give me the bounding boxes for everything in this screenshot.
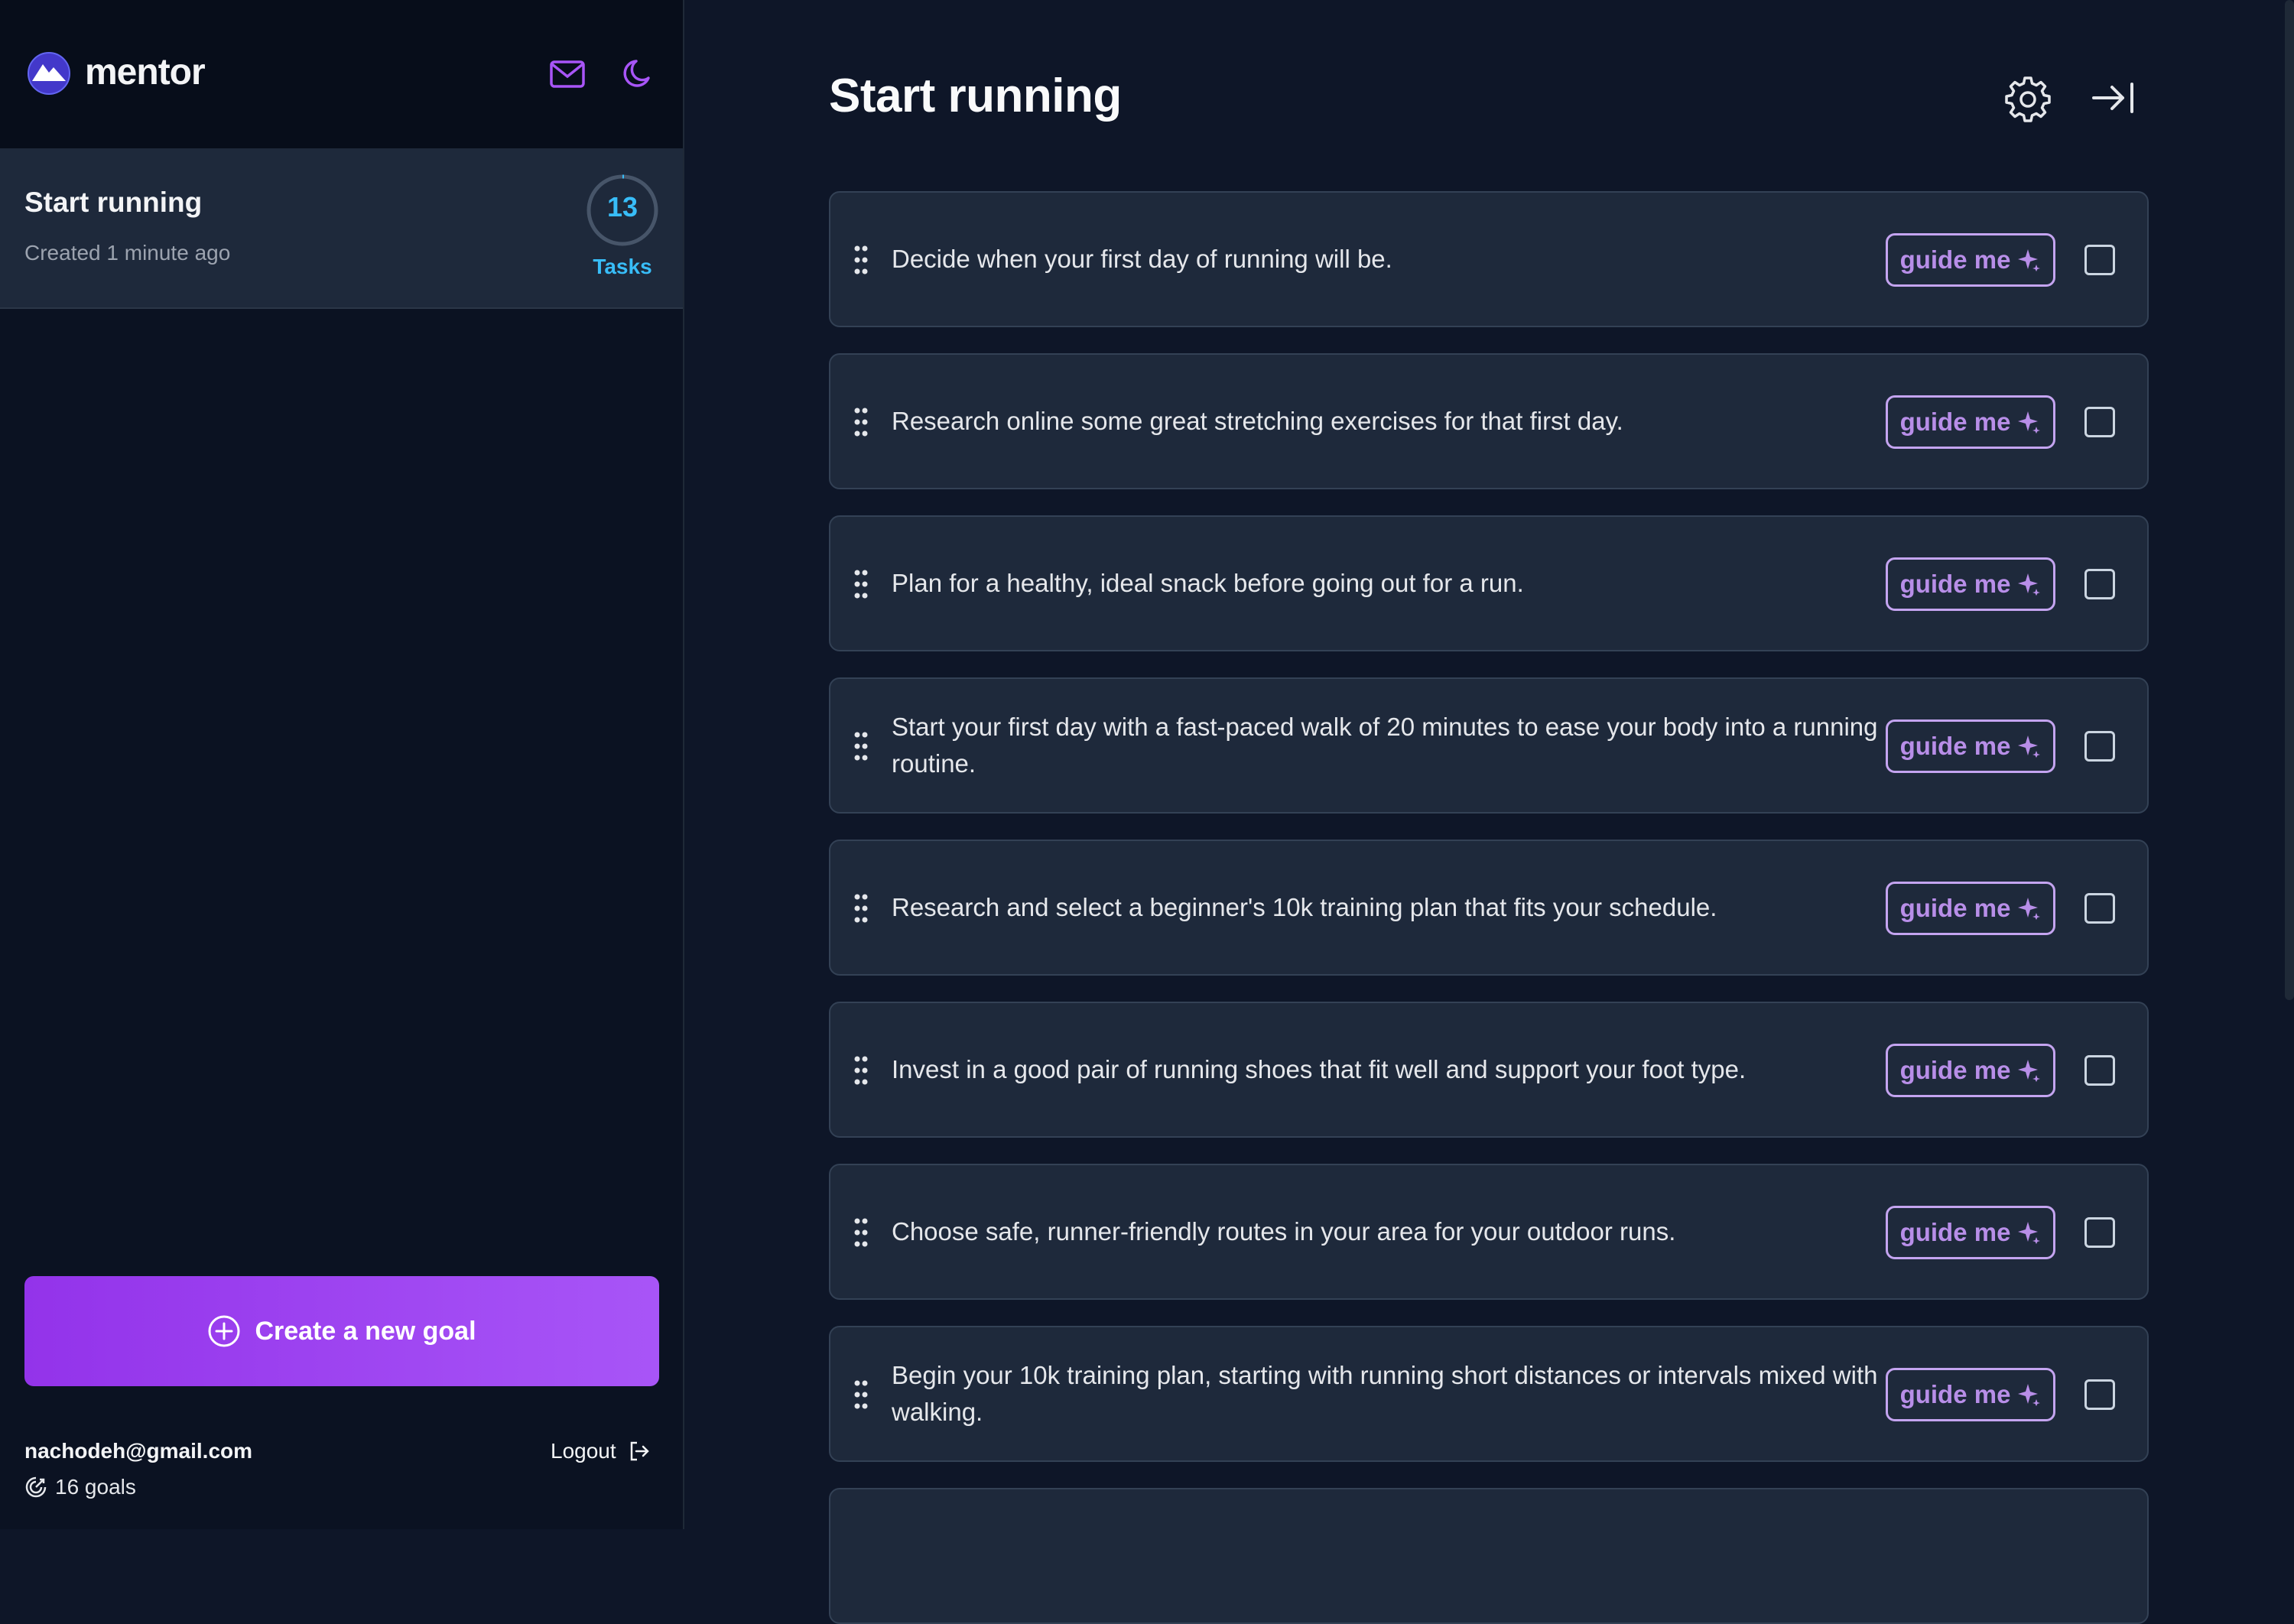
- scrollbar[interactable]: [2285, 0, 2294, 1000]
- logout-button[interactable]: Logout: [551, 1439, 651, 1463]
- goals-count: 16 goals: [24, 1475, 136, 1499]
- task-text: Invest in a good pair of running shoes t…: [892, 1055, 1746, 1083]
- sparkle-icon: [2018, 1384, 2041, 1406]
- task-text: Start your first day with a fast-paced w…: [892, 713, 1878, 778]
- guide-me-button[interactable]: guide me: [1886, 557, 2055, 611]
- task-checkbox[interactable]: [2084, 407, 2115, 437]
- goals-icon: [25, 1476, 47, 1498]
- guide-me-button[interactable]: guide me: [1886, 1044, 2055, 1097]
- create-goal-label: Create a new goal: [255, 1316, 476, 1346]
- task-text: Choose safe, runner-friendly routes in y…: [892, 1217, 1676, 1246]
- guide-me-label: guide me: [1899, 408, 2011, 436]
- guide-me-label: guide me: [1899, 894, 2011, 922]
- plus-circle-icon: [208, 1315, 240, 1347]
- task-count-label: Tasks: [593, 255, 652, 278]
- guide-me-label: guide me: [1899, 570, 2011, 598]
- sparkle-icon: [2018, 573, 2041, 596]
- drag-handle-icon[interactable]: [853, 731, 869, 762]
- task-text: Begin your 10k training plan, starting w…: [892, 1361, 1878, 1426]
- sparkle-icon: [2018, 1222, 2041, 1244]
- guide-me-button[interactable]: guide me: [1886, 233, 2055, 287]
- goals-count-label: 16 goals: [55, 1475, 136, 1499]
- drag-handle-icon[interactable]: [853, 1055, 869, 1086]
- mentor-logo-icon: [28, 52, 70, 95]
- task-checkbox[interactable]: [2084, 1055, 2115, 1086]
- drag-handle-icon[interactable]: [853, 1217, 869, 1248]
- task-checkbox[interactable]: [2084, 893, 2115, 924]
- sparkle-icon: [2018, 898, 2041, 920]
- moon-icon[interactable]: [621, 55, 659, 93]
- drag-handle-icon[interactable]: [853, 245, 869, 275]
- task-item-partial[interactable]: [829, 1488, 2149, 1624]
- brand-name: mentor: [85, 52, 206, 93]
- goal-card[interactable]: [0, 148, 683, 309]
- sparkle-icon: [2018, 1060, 2041, 1082]
- guide-me-button[interactable]: guide me: [1886, 1368, 2055, 1421]
- guide-me-label: guide me: [1899, 1218, 2011, 1246]
- guide-me-button[interactable]: guide me: [1886, 395, 2055, 449]
- task-item[interactable]: Invest in a good pair of running shoes t…: [829, 1002, 2149, 1138]
- task-item[interactable]: Choose safe, runner-friendly routes in y…: [829, 1164, 2149, 1300]
- settings-gear-icon[interactable]: [2003, 73, 2052, 122]
- logout-icon: [630, 1441, 649, 1461]
- guide-me-button[interactable]: guide me: [1886, 719, 2055, 773]
- sidebar: mentor Start running Created 1 minute ag…: [0, 0, 684, 1529]
- task-checkbox[interactable]: [2084, 1217, 2115, 1248]
- task-count: 13: [606, 191, 638, 222]
- task-item[interactable]: Start your first day with a fast-paced w…: [829, 677, 2149, 814]
- drag-handle-icon[interactable]: [853, 407, 869, 437]
- drag-handle-icon[interactable]: [853, 893, 869, 924]
- page-title: Start running: [829, 70, 1122, 122]
- drag-handle-icon[interactable]: [853, 569, 869, 599]
- create-goal-button[interactable]: Create a new goal: [24, 1276, 659, 1386]
- sparkle-icon: [2018, 736, 2041, 758]
- task-checkbox[interactable]: [2084, 569, 2115, 599]
- task-text: Decide when your first day of running wi…: [892, 245, 1392, 273]
- task-item[interactable]: Research and select a beginner's 10k tra…: [829, 840, 2149, 976]
- sidebar-header: mentor: [0, 0, 683, 148]
- drag-handle-icon[interactable]: [853, 1379, 869, 1410]
- task-item[interactable]: Begin your 10k training plan, starting w…: [829, 1326, 2149, 1462]
- collapse-arrow-icon[interactable]: [2089, 73, 2138, 122]
- user-email: nachodeh@gmail.com: [24, 1439, 253, 1463]
- goal-created-time: Created 1 minute ago: [24, 241, 231, 265]
- sparkle-icon: [2018, 249, 2041, 271]
- task-item[interactable]: Plan for a healthy, ideal snack before g…: [829, 515, 2149, 651]
- guide-me-label: guide me: [1899, 1380, 2011, 1408]
- task-text: Plan for a healthy, ideal snack before g…: [892, 569, 1524, 597]
- guide-me-button[interactable]: guide me: [1886, 882, 2055, 935]
- task-checkbox[interactable]: [2084, 731, 2115, 762]
- sparkle-icon: [2018, 411, 2041, 434]
- goal-title[interactable]: Start running: [24, 187, 202, 219]
- task-item[interactable]: Decide when your first day of running wi…: [829, 191, 2149, 327]
- task-checkbox[interactable]: [2084, 1379, 2115, 1410]
- guide-me-label: guide me: [1899, 245, 2011, 274]
- task-text: Research online some great stretching ex…: [892, 407, 1623, 435]
- mail-icon[interactable]: [548, 55, 586, 93]
- task-checkbox[interactable]: [2084, 245, 2115, 275]
- task-text: Research and select a beginner's 10k tra…: [892, 893, 1717, 921]
- guide-me-button[interactable]: guide me: [1886, 1206, 2055, 1259]
- logout-label: Logout: [551, 1439, 616, 1463]
- guide-me-label: guide me: [1899, 1056, 2011, 1084]
- task-item[interactable]: Research online some great stretching ex…: [829, 353, 2149, 489]
- guide-me-label: guide me: [1899, 732, 2011, 760]
